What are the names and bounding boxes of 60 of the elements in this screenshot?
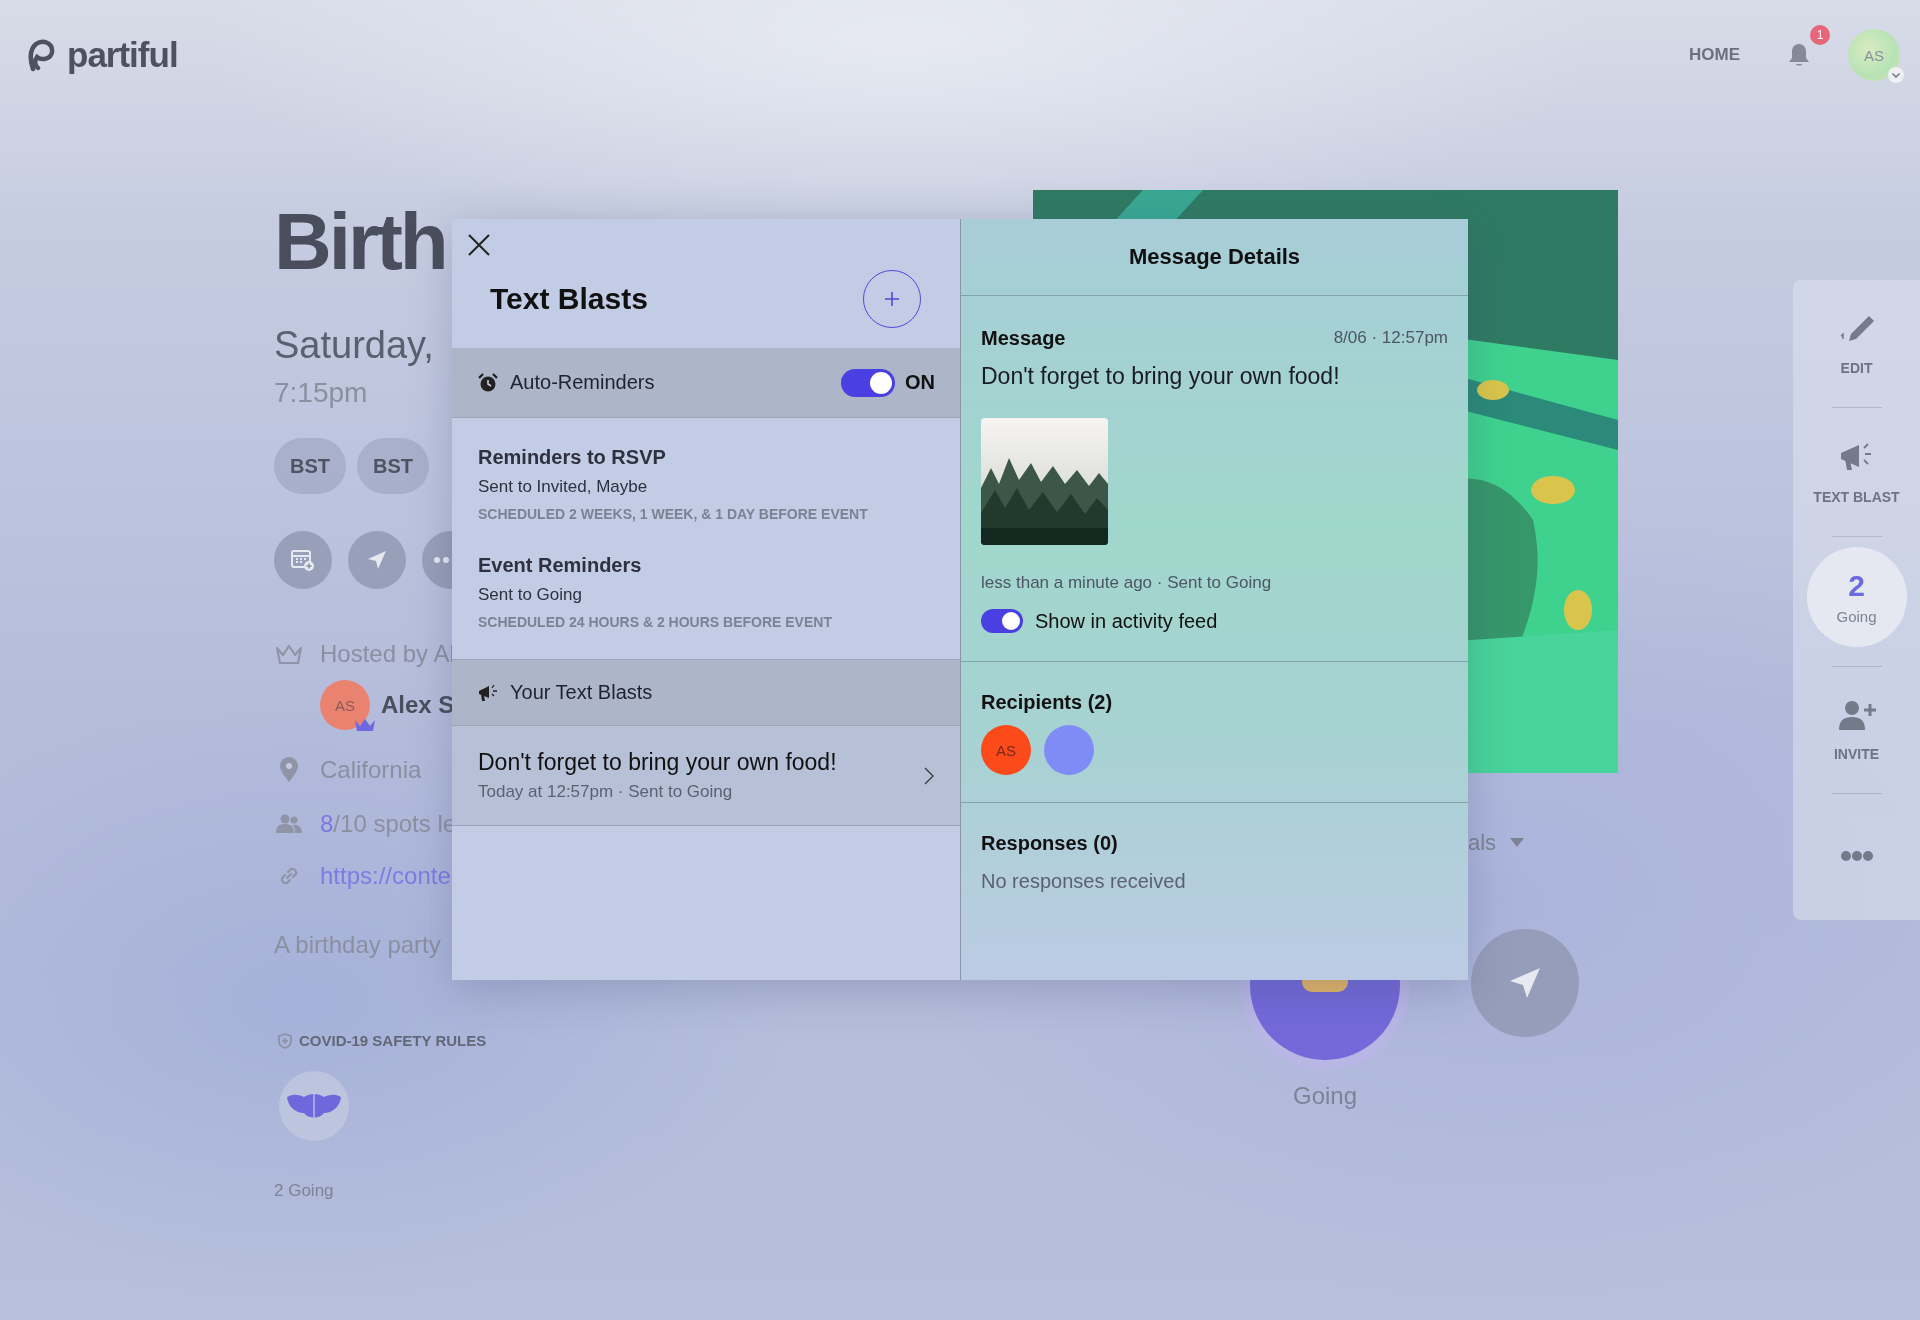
event-link[interactable]: https://conte: [320, 862, 451, 890]
going-count: 2 Going: [274, 1181, 334, 1201]
chevron-down-icon[interactable]: [1888, 67, 1904, 83]
plus-icon: [884, 291, 900, 307]
reminder-schedule: SCHEDULED 2 WEEKS, 1 WEEK, & 1 DAY BEFORE EVENT: [478, 505, 869, 523]
event-description: A birthday party: [274, 930, 441, 960]
timezone-chip[interactable]: BST: [357, 438, 429, 494]
invite-button[interactable]: INVITE: [1833, 698, 1880, 762]
toggle-switch[interactable]: [981, 609, 1023, 633]
chevron-right-icon: [924, 766, 934, 785]
going-label: Going: [1292, 1082, 1357, 1110]
close-icon: [468, 234, 490, 256]
text-blast-button[interactable]: TEXT BLAST: [1813, 439, 1900, 505]
bell-icon[interactable]: [1788, 43, 1810, 67]
reminder-title: Event Reminders: [478, 553, 643, 578]
megaphone-icon: [478, 683, 498, 702]
shield-icon: [278, 1032, 292, 1049]
dropdown-label[interactable]: als: [1468, 830, 1497, 856]
reminder-audience: Sent to Going: [478, 584, 583, 606]
message-text: Don't forget to bring your own food!: [478, 748, 837, 776]
host-name[interactable]: Alex S: [381, 691, 455, 719]
send-icon: [1509, 967, 1541, 999]
logo-icon[interactable]: [25, 38, 55, 72]
more-icon[interactable]: [1840, 850, 1873, 862]
notification-badge: 1: [1810, 25, 1830, 45]
alarm-clock-icon: [478, 372, 498, 393]
section-title: Your Text Blasts: [510, 681, 653, 704]
event-title: Birth: [274, 202, 446, 282]
section-title: Responses (0): [981, 831, 1119, 856]
person-add-icon: [1836, 698, 1877, 732]
panel-title: Text Blasts: [490, 282, 648, 316]
reminder-title: Reminders to RSVP: [478, 445, 667, 470]
reminder-audience: Sent to Invited, Maybe: [478, 476, 649, 498]
going-count-button[interactable]: 2 Going: [1806, 547, 1907, 647]
toggle-switch[interactable]: [841, 368, 895, 397]
close-button[interactable]: [468, 234, 490, 256]
message-meta: Today at 12:57pm · Sent to Going: [478, 781, 734, 803]
more-icon: [433, 557, 449, 563]
avatar[interactable]: AS: [320, 680, 370, 730]
crown-icon: [354, 718, 376, 732]
mask-icon: [286, 1091, 342, 1121]
setting-label: Auto-Reminders: [510, 371, 655, 394]
event-time: 7:15pm: [274, 376, 368, 410]
reminder-schedule: SCHEDULED 24 HOURS & 2 HOURS BEFORE EVENT: [478, 613, 833, 631]
send-icon: [367, 550, 387, 570]
timezone-chip[interactable]: BST: [274, 438, 346, 494]
nav-link[interactable]: HOME: [1689, 45, 1740, 65]
edit-button[interactable]: EDIT: [1836, 308, 1877, 376]
empty-message: No responses received: [981, 869, 1187, 894]
logo-text[interactable]: partiful: [67, 35, 178, 75]
people-icon: [276, 814, 302, 834]
calendar-icon: [291, 549, 315, 571]
caret-down-icon[interactable]: [1510, 838, 1525, 848]
crown-icon: [276, 644, 302, 664]
section-title: COVID-19 SAFETY RULES: [299, 1032, 487, 1049]
toggle-state: ON: [905, 371, 935, 394]
message-list-item[interactable]: Don't forget to bring your own food! Today at 12:57pm · Sent to Going: [452, 726, 960, 826]
event-date: Saturday,: [274, 323, 434, 368]
avatar[interactable]: AS: [981, 725, 1031, 775]
location-text: California: [320, 756, 422, 784]
